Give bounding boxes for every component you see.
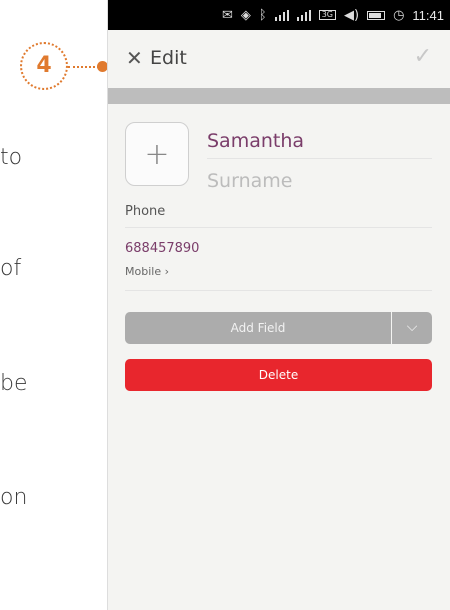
phone-number-field[interactable]: 688457890 <box>125 241 199 256</box>
check-icon[interactable]: ✓ <box>414 44 432 69</box>
plus-icon: + <box>144 137 170 172</box>
callout-connector <box>68 66 99 68</box>
divider <box>207 158 432 159</box>
status-time: 11:41 <box>412 7 444 23</box>
network-badge[interactable]: 3G <box>318 10 336 20</box>
doc-text-fragment: be <box>0 371 28 396</box>
clock-icon[interactable]: ◷ <box>393 9 404 22</box>
close-icon[interactable]: ✕ <box>126 46 143 70</box>
status-icons: ✉ ◈ ᛒ 3G ◀) ◷ 11:41 <box>222 0 444 30</box>
chevron-down-icon[interactable]: ⌵ <box>392 312 432 344</box>
doc-text-fragment: of <box>0 256 22 281</box>
header-divider <box>108 88 450 104</box>
doc-text-fragment: to <box>0 145 23 170</box>
add-field-button[interactable]: Add Field <box>125 312 391 344</box>
divider <box>125 227 432 228</box>
divider <box>125 290 432 291</box>
avatar-button[interactable]: + <box>125 122 189 186</box>
phone-type-selector[interactable]: Mobile › <box>125 265 169 278</box>
status-bar: ✉ ◈ ᛒ 3G ◀) ◷ 11:41 <box>108 0 450 30</box>
phone-section-label: Phone <box>125 204 166 219</box>
doc-text-fragment: on <box>0 485 28 510</box>
callout-marker: 4 <box>20 42 68 90</box>
battery-icon[interactable] <box>367 10 386 20</box>
first-name-field[interactable]: Samantha <box>207 130 304 152</box>
signal-icon[interactable] <box>274 9 289 21</box>
page-title: Edit <box>150 47 187 69</box>
header: ✕ Edit ✓ <box>108 30 450 88</box>
callout-number: 4 <box>36 53 52 78</box>
surname-field[interactable]: Surname <box>207 170 292 192</box>
volume-icon[interactable]: ◀) <box>344 9 359 22</box>
message-icon[interactable]: ✉ <box>222 9 233 22</box>
signal-icon-2[interactable] <box>296 9 311 21</box>
bluetooth-icon[interactable]: ᛒ <box>259 9 267 22</box>
delete-button[interactable]: Delete <box>125 359 432 391</box>
location-icon[interactable]: ◈ <box>241 9 251 22</box>
phone-screen: ✉ ◈ ᛒ 3G ◀) ◷ 11:41 ✕ Edit ✓ + Samantha … <box>107 0 450 610</box>
